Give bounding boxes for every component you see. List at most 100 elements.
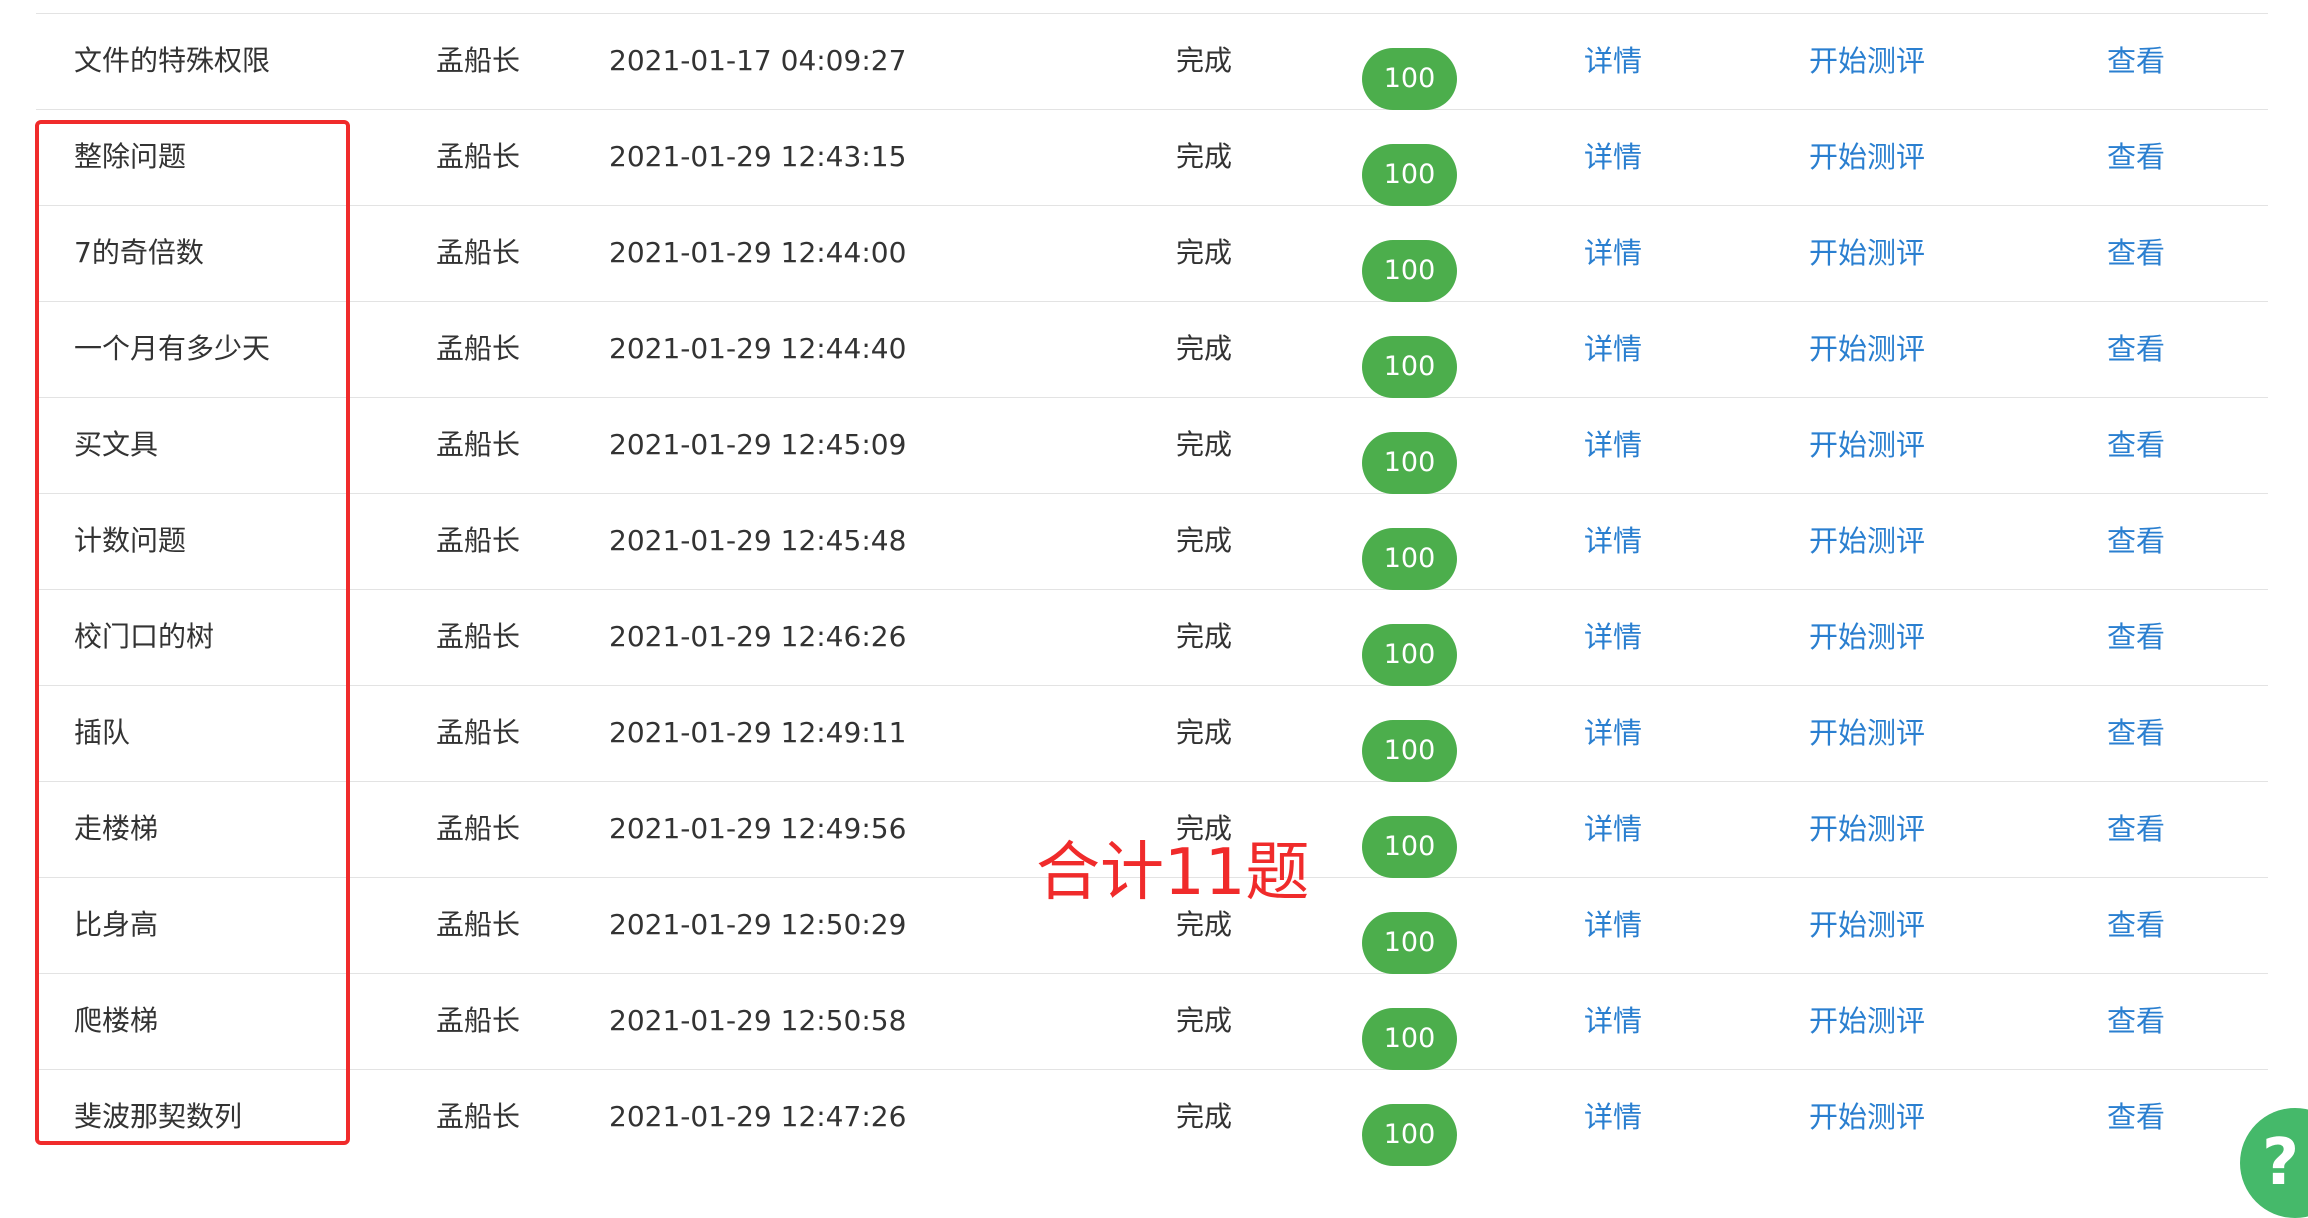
score-cell: 100 xyxy=(1362,30,1457,110)
score-badge: 100 xyxy=(1362,240,1457,302)
view-link[interactable]: 查看 xyxy=(2107,493,2165,589)
score-badge: 100 xyxy=(1362,912,1457,974)
score-badge: 100 xyxy=(1362,48,1457,110)
start-evaluation-link[interactable]: 开始测评 xyxy=(1809,205,1925,301)
detail-link[interactable]: 详情 xyxy=(1584,493,1642,589)
view-link[interactable]: 查看 xyxy=(2107,109,2165,205)
score-cell: 100 xyxy=(1362,606,1457,686)
author-name: 孟船长 xyxy=(436,1100,521,1133)
start-evaluation-link[interactable]: 开始测评 xyxy=(1809,589,1925,685)
submit-time: 2021-01-29 12:46:26 xyxy=(609,620,907,653)
score-cell: 100 xyxy=(1362,222,1457,302)
view-link[interactable]: 查看 xyxy=(2107,685,2165,781)
detail-link[interactable]: 详情 xyxy=(1584,781,1642,877)
table-row: 校门口的树 孟船长 2021-01-29 12:46:26 完成 100 详情 … xyxy=(36,589,2268,686)
detail-link[interactable]: 详情 xyxy=(1584,13,1642,109)
submit-time: 2021-01-29 12:49:56 xyxy=(609,812,907,845)
score-badge: 100 xyxy=(1362,1104,1457,1166)
score-badge: 100 xyxy=(1362,720,1457,782)
author-name: 孟船长 xyxy=(436,620,521,653)
submit-time: 2021-01-29 12:49:11 xyxy=(609,716,907,749)
problem-name: 买文具 xyxy=(74,428,159,461)
status-text: 完成 xyxy=(1176,140,1233,173)
start-evaluation-link[interactable]: 开始测评 xyxy=(1809,685,1925,781)
status-text: 完成 xyxy=(1176,620,1233,653)
detail-link[interactable]: 详情 xyxy=(1584,109,1642,205)
problem-name: 斐波那契数列 xyxy=(74,1100,243,1133)
start-evaluation-link[interactable]: 开始测评 xyxy=(1809,301,1925,397)
problem-name: 文件的特殊权限 xyxy=(74,44,271,77)
score-badge: 100 xyxy=(1362,1008,1457,1070)
detail-link[interactable]: 详情 xyxy=(1584,685,1642,781)
detail-link[interactable]: 详情 xyxy=(1584,397,1642,493)
problem-name: 7的奇倍数 xyxy=(74,236,204,269)
submit-time: 2021-01-29 12:50:29 xyxy=(609,908,907,941)
score-cell: 100 xyxy=(1362,894,1457,974)
status-text: 完成 xyxy=(1176,236,1233,269)
start-evaluation-link[interactable]: 开始测评 xyxy=(1809,493,1925,589)
submit-time: 2021-01-29 12:44:00 xyxy=(609,236,907,269)
score-cell: 100 xyxy=(1362,798,1457,878)
start-evaluation-link[interactable]: 开始测评 xyxy=(1809,877,1925,973)
view-link[interactable]: 查看 xyxy=(2107,205,2165,301)
status-text: 完成 xyxy=(1176,332,1233,365)
score-badge: 100 xyxy=(1362,624,1457,686)
table-row: 一个月有多少天 孟船长 2021-01-29 12:44:40 完成 100 详… xyxy=(36,301,2268,398)
problem-name: 一个月有多少天 xyxy=(74,332,271,365)
score-cell: 100 xyxy=(1362,126,1457,206)
score-cell: 100 xyxy=(1362,414,1457,494)
detail-link[interactable]: 详情 xyxy=(1584,205,1642,301)
score-cell: 100 xyxy=(1362,990,1457,1070)
submit-time: 2021-01-29 12:45:09 xyxy=(609,428,907,461)
view-link[interactable]: 查看 xyxy=(2107,781,2165,877)
score-cell: 100 xyxy=(1362,318,1457,398)
score-cell: 100 xyxy=(1362,702,1457,782)
table-row: 计数问题 孟船长 2021-01-29 12:45:48 完成 100 详情 开… xyxy=(36,493,2268,590)
problem-name: 整除问题 xyxy=(74,140,187,173)
total-count-annotation: 合计11题 xyxy=(1036,836,1310,910)
author-name: 孟船长 xyxy=(436,44,521,77)
view-link[interactable]: 查看 xyxy=(2107,13,2165,109)
view-link[interactable]: 查看 xyxy=(2107,1069,2165,1165)
view-link[interactable]: 查看 xyxy=(2107,589,2165,685)
score-badge: 100 xyxy=(1362,336,1457,398)
detail-link[interactable]: 详情 xyxy=(1584,301,1642,397)
author-name: 孟船长 xyxy=(436,140,521,173)
detail-link[interactable]: 详情 xyxy=(1584,1069,1642,1165)
submit-time: 2021-01-29 12:47:26 xyxy=(609,1100,907,1133)
score-badge: 100 xyxy=(1362,432,1457,494)
detail-link[interactable]: 详情 xyxy=(1584,589,1642,685)
table-row: 插队 孟船长 2021-01-29 12:49:11 完成 100 详情 开始测… xyxy=(36,685,2268,782)
author-name: 孟船长 xyxy=(436,716,521,749)
score-badge: 100 xyxy=(1362,144,1457,206)
author-name: 孟船长 xyxy=(436,908,521,941)
start-evaluation-link[interactable]: 开始测评 xyxy=(1809,397,1925,493)
author-name: 孟船长 xyxy=(436,1004,521,1037)
score-badge: 100 xyxy=(1362,528,1457,590)
detail-link[interactable]: 详情 xyxy=(1584,973,1642,1069)
submit-time: 2021-01-17 04:09:27 xyxy=(609,44,907,77)
status-text: 完成 xyxy=(1176,428,1233,461)
start-evaluation-link[interactable]: 开始测评 xyxy=(1809,781,1925,877)
detail-link[interactable]: 详情 xyxy=(1584,877,1642,973)
view-link[interactable]: 查看 xyxy=(2107,301,2165,397)
help-icon: ? xyxy=(2262,1126,2300,1200)
score-cell: 100 xyxy=(1362,1086,1457,1166)
problem-name: 比身高 xyxy=(74,908,159,941)
start-evaluation-link[interactable]: 开始测评 xyxy=(1809,109,1925,205)
start-evaluation-link[interactable]: 开始测评 xyxy=(1809,973,1925,1069)
view-link[interactable]: 查看 xyxy=(2107,877,2165,973)
view-link[interactable]: 查看 xyxy=(2107,973,2165,1069)
table-row: 买文具 孟船长 2021-01-29 12:45:09 完成 100 详情 开始… xyxy=(36,397,2268,494)
problem-name: 插队 xyxy=(74,716,131,749)
problem-name: 校门口的树 xyxy=(74,620,215,653)
status-text: 完成 xyxy=(1176,524,1233,557)
start-evaluation-link[interactable]: 开始测评 xyxy=(1809,1069,1925,1165)
table-row: 爬楼梯 孟船长 2021-01-29 12:50:58 完成 100 详情 开始… xyxy=(36,973,2268,1070)
view-link[interactable]: 查看 xyxy=(2107,397,2165,493)
start-evaluation-link[interactable]: 开始测评 xyxy=(1809,13,1925,109)
status-text: 完成 xyxy=(1176,44,1233,77)
status-text: 完成 xyxy=(1176,716,1233,749)
status-text: 完成 xyxy=(1176,1004,1233,1037)
table-row: 整除问题 孟船长 2021-01-29 12:43:15 完成 100 详情 开… xyxy=(36,109,2268,206)
